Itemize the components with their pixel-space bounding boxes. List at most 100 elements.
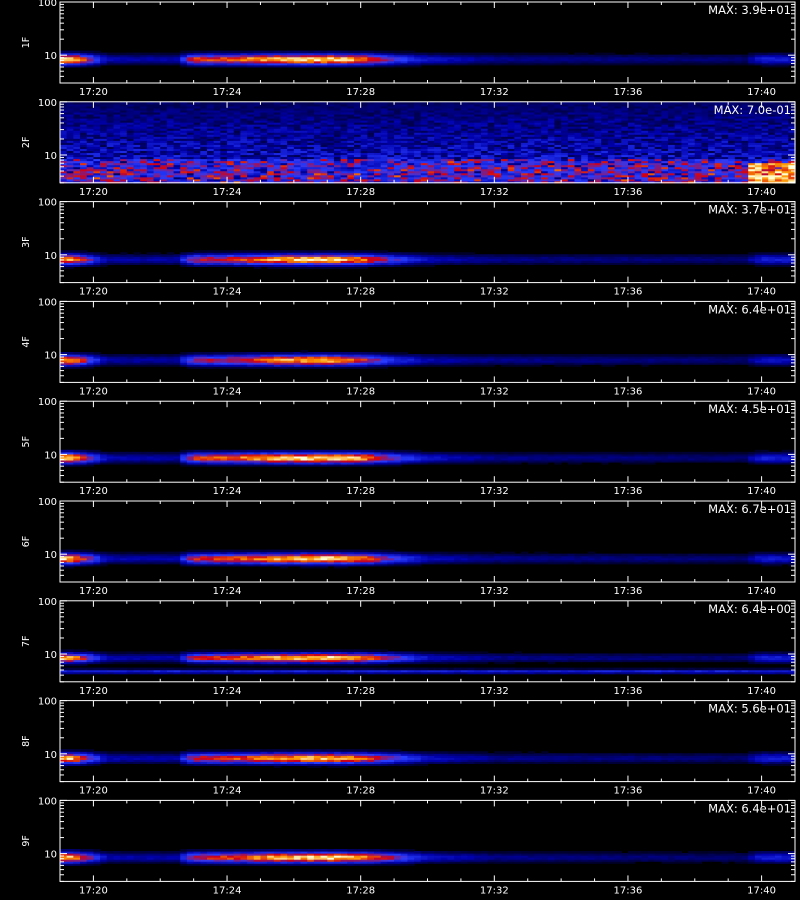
heat-cell [200, 50, 208, 54]
spectrogram-stack: 1001017:20 17:24 17:28 17:32 17:36 17:401FMAX… [21, 0, 796, 896]
heat-cell [440, 52, 449, 56]
heat-cell [654, 54, 662, 58]
heat-cell [721, 54, 729, 58]
heat-cell [300, 50, 308, 54]
heat-cell [253, 50, 262, 54]
heat-cell [140, 52, 148, 56]
heat-cell [220, 50, 228, 54]
heat-cell [741, 54, 749, 58]
heat-cell [273, 50, 282, 54]
x-tick-label: 17:28 [346, 87, 375, 98]
heat-cell [367, 50, 375, 54]
heat-cell [661, 54, 669, 58]
heat-cell [781, 52, 789, 56]
heat-cell [267, 50, 275, 54]
heat-cell [86, 50, 95, 54]
heat-cell [333, 50, 342, 54]
heat-cell [280, 50, 288, 54]
heat-cell [754, 52, 763, 56]
heat-cell [688, 54, 696, 58]
heatmap-cells [60, 50, 796, 68]
heat-cell [701, 54, 709, 58]
x-tick-label: 17:24 [213, 87, 242, 98]
x-tick-label: 17:36 [614, 87, 643, 98]
heat-cell [681, 52, 689, 56]
heat-cell [567, 54, 576, 58]
heat-cell [507, 52, 515, 56]
heat-cell [66, 50, 74, 54]
heat-cell [728, 54, 736, 58]
heat-cell [160, 52, 168, 56]
heat-cell [193, 50, 201, 54]
heat-cell [594, 52, 602, 56]
heat-cell [467, 52, 475, 56]
x-tick-label: 17:32 [480, 87, 509, 98]
heat-cell [240, 50, 248, 54]
heat-cell [113, 52, 121, 56]
heat-cell [668, 54, 676, 58]
heat-cell [207, 50, 215, 54]
heat-cell [307, 50, 315, 54]
heat-cell [501, 52, 509, 56]
heat-cell [601, 52, 609, 56]
plot-frame [59, 1, 796, 84]
heat-cell [260, 50, 268, 54]
heat-cell [100, 52, 108, 56]
heat-cell [574, 52, 582, 56]
heat-cell [554, 52, 562, 56]
heat-cell [487, 52, 495, 56]
heat-cell [133, 52, 141, 56]
heat-cell [360, 50, 368, 54]
x-tick-label: 17:20 [79, 87, 108, 98]
heat-cell [621, 54, 629, 58]
heat-cell [521, 52, 529, 56]
heat-cell [380, 50, 389, 54]
heat-cell [414, 52, 422, 56]
heat-cell [400, 50, 409, 54]
heat-cell [420, 52, 429, 56]
heat-cell [186, 50, 195, 54]
heat-cell [607, 52, 616, 56]
heat-cell [407, 50, 415, 54]
heat-cell [427, 52, 435, 56]
heat-cell [494, 52, 502, 56]
heat-cell [768, 52, 776, 56]
heat-cell [774, 52, 783, 56]
heat-cell [60, 50, 68, 54]
heat-cell [761, 52, 769, 56]
heat-cell [233, 50, 242, 54]
heat-cell [434, 52, 442, 56]
heat-cell [694, 54, 703, 58]
heat-cell [293, 50, 302, 54]
y-tick-label: 100 [38, 0, 57, 9]
heat-cell [394, 50, 402, 54]
y-axis-label: 1F [21, 37, 32, 49]
heat-cell [641, 52, 649, 56]
heat-cell [173, 52, 181, 56]
heat-cell [547, 52, 556, 56]
heat-cell [146, 52, 155, 56]
heat-cell [120, 52, 128, 56]
heat-cell [460, 52, 469, 56]
heat-cell [514, 52, 522, 56]
heat-cell [93, 50, 101, 54]
heat-cell [474, 52, 482, 56]
heat-cell [126, 52, 135, 56]
heat-cell [287, 50, 295, 54]
heat-cell [354, 50, 362, 54]
heat-cell [541, 52, 549, 56]
heat-cell [648, 54, 656, 58]
heat-cell [587, 54, 596, 58]
max-value-label: MAX: 3.9e+01 [708, 3, 791, 17]
heat-cell [73, 50, 81, 54]
heat-cell [347, 50, 355, 54]
heat-cell [320, 50, 328, 54]
heat-cell [561, 52, 569, 56]
heat-cell [166, 52, 175, 56]
heat-cell [627, 54, 636, 58]
heat-cell [447, 52, 455, 56]
heat-cell [527, 52, 536, 56]
heat-cell [106, 52, 115, 56]
heat-cell [313, 50, 322, 54]
x-tick-label: 17:40 [747, 87, 776, 98]
